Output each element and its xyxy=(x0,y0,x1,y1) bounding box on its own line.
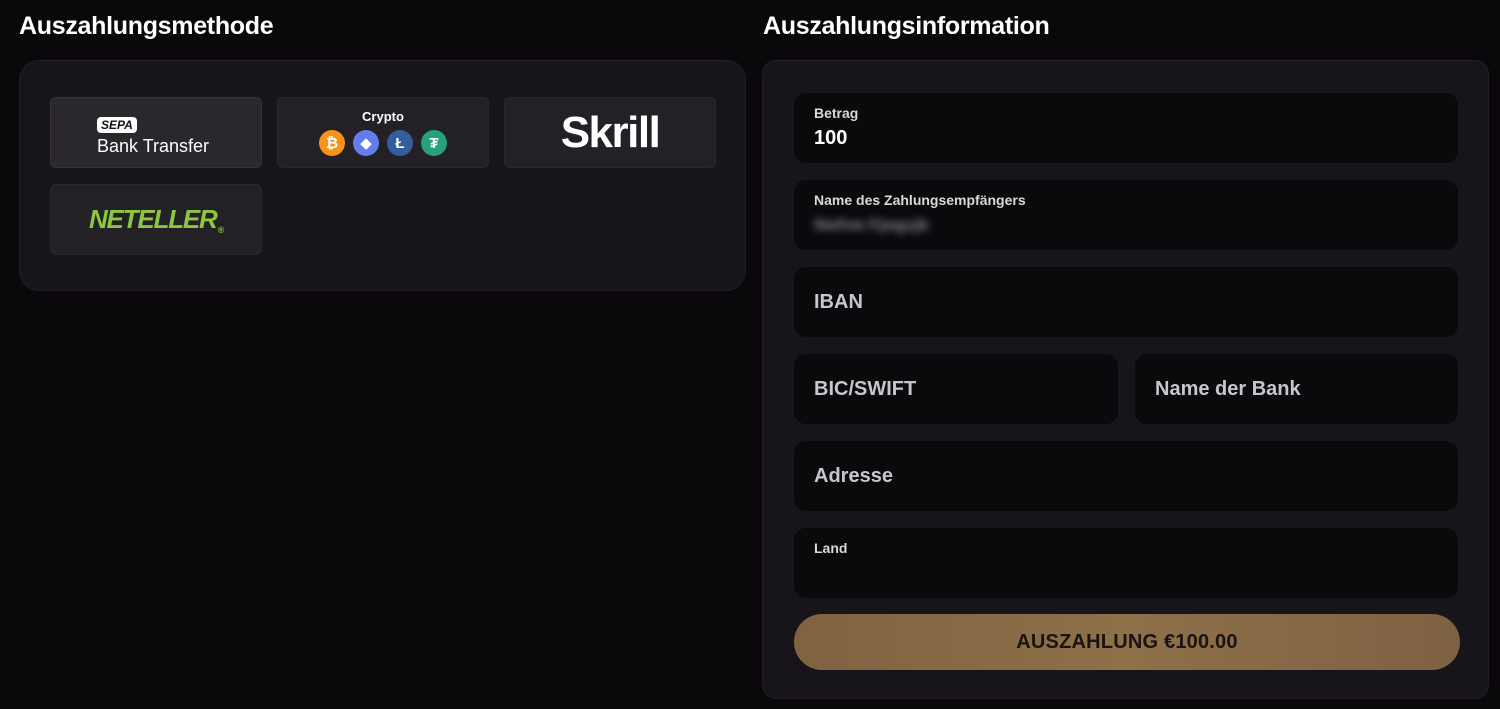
neteller-logo-text: NETELLER xyxy=(88,204,218,234)
recipient-name-label: Name des Zahlungsempfängers xyxy=(814,192,1026,208)
recipient-name-value[interactable]: Nwfvw Fjwgxjb xyxy=(814,217,1414,235)
sepa-label: Bank Transfer xyxy=(97,136,210,156)
bitcoin-icon: ₿ xyxy=(319,130,345,156)
crypto-label: Crypto xyxy=(362,109,404,124)
bank-name-placeholder: Name der Bank xyxy=(1155,378,1301,400)
withdraw-button[interactable]: AUSZAHLUNG €100.00 xyxy=(794,614,1460,670)
method-card-neteller[interactable]: NETELLER® xyxy=(50,184,262,255)
litecoin-icon: Ł xyxy=(387,130,413,156)
sepa-logo: SEPA Bank Transfer xyxy=(97,116,209,157)
ethereum-icon: ◆ xyxy=(353,130,379,156)
method-panel: SEPA Bank Transfer Crypto ₿ ◆ Ł ₮ Skrill… xyxy=(19,60,746,291)
recipient-name-field[interactable]: Name des Zahlungsempfängers Nwfvw Fjwgxj… xyxy=(794,180,1458,250)
iban-field[interactable]: IBAN xyxy=(794,267,1458,337)
coin-icons: ₿ ◆ Ł ₮ xyxy=(319,130,447,156)
method-section-title: Auszahlungsmethode xyxy=(19,12,274,40)
skrill-logo: Skrill xyxy=(560,107,661,157)
bic-swift-placeholder: BIC/SWIFT xyxy=(814,378,917,400)
amount-label: Betrag xyxy=(814,105,859,121)
tether-icon: ₮ xyxy=(421,130,447,156)
withdrawal-page: Auszahlungsmethode Auszahlungsinformatio… xyxy=(0,0,1500,709)
country-field[interactable]: Land xyxy=(794,528,1458,598)
info-section-title: Auszahlungsinformation xyxy=(763,12,1050,40)
amount-value[interactable]: 100 xyxy=(814,127,1414,150)
crypto-logo: Crypto ₿ ◆ Ł ₮ xyxy=(319,109,447,156)
address-field[interactable]: Adresse xyxy=(794,441,1458,511)
method-card-crypto[interactable]: Crypto ₿ ◆ Ł ₮ xyxy=(277,97,489,168)
iban-placeholder: IBAN xyxy=(814,291,863,313)
method-card-skrill[interactable]: Skrill xyxy=(504,97,716,168)
address-placeholder: Adresse xyxy=(814,465,893,487)
neteller-logo: NETELLER® xyxy=(88,204,225,235)
sepa-badge: SEPA xyxy=(97,117,137,133)
amount-field[interactable]: Betrag 100 xyxy=(794,93,1458,163)
bic-swift-field[interactable]: BIC/SWIFT xyxy=(794,354,1118,424)
country-label: Land xyxy=(814,540,848,556)
method-card-sepa[interactable]: SEPA Bank Transfer xyxy=(50,97,262,168)
bank-name-field[interactable]: Name der Bank xyxy=(1135,354,1458,424)
info-panel: Betrag 100 Name des Zahlungsempfängers N… xyxy=(762,60,1489,699)
neteller-registered-mark: ® xyxy=(217,225,225,235)
